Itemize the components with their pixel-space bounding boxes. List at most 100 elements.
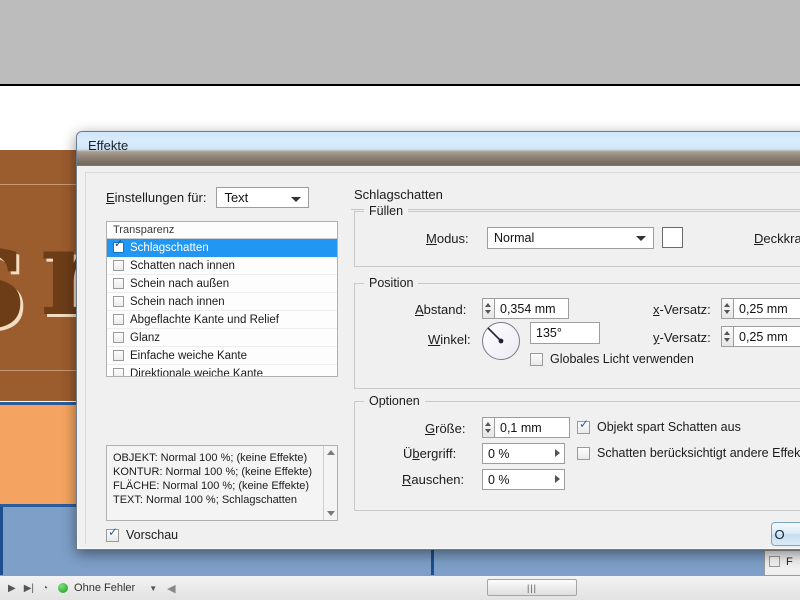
last-page-icon[interactable]: ▶| [24, 583, 34, 594]
panel-label: F [786, 556, 793, 568]
shadow-color-swatch[interactable] [662, 227, 683, 248]
summary-scrollbar[interactable] [323, 446, 337, 520]
stepper-up-icon[interactable] [485, 422, 491, 426]
effects-list-item-glanz[interactable]: Glanz [107, 329, 337, 347]
vorschau-row[interactable]: Vorschau [106, 526, 179, 542]
rauschen-value: 0 % [488, 472, 510, 487]
slider-popup-icon[interactable] [555, 475, 560, 483]
rauschen-input[interactable]: 0 % [482, 469, 565, 490]
checkbox-icon[interactable] [577, 418, 590, 434]
settings-for-value: Text [224, 190, 249, 205]
group-optionen: Optionen Größe: 0,1 mm Übergriff: 0 % Ra… [354, 394, 800, 511]
x-versatz-value: 0,25 mm [739, 301, 788, 316]
checkbox-icon[interactable] [106, 526, 119, 542]
y-versatz-value: 0,25 mm [739, 329, 788, 344]
dialog-titlebar[interactable]: Effekte [77, 132, 800, 166]
document-letter-art: s [0, 200, 32, 350]
y-versatz-input[interactable]: 0,25 mm [733, 326, 800, 347]
stepper-down-icon[interactable] [485, 310, 491, 314]
winkel-label: Winkel: [428, 332, 471, 347]
ok-button[interactable]: O [771, 522, 800, 546]
horizontal-scroll-grip[interactable]: ||| [487, 579, 577, 596]
document-divider-left [0, 507, 3, 577]
stepper-up-icon[interactable] [724, 331, 730, 335]
checkbox-icon[interactable] [113, 368, 124, 376]
collapse-icon[interactable]: ◀ [167, 582, 175, 595]
effects-list-item-label: Schein nach außen [130, 277, 230, 290]
y-versatz-label: y-Versatz: [653, 330, 711, 345]
deckkraft-label: Deckkraft: [754, 231, 800, 246]
rauschen-label: Rauschen: [402, 472, 465, 487]
effects-list-item-einfache-weiche-kante[interactable]: Einfache weiche Kante [107, 347, 337, 365]
abstand-stepper[interactable] [482, 298, 494, 319]
checkbox-icon[interactable] [530, 352, 543, 366]
effects-list-item-label: Schatten nach innen [130, 259, 235, 272]
checkbox-icon[interactable] [113, 296, 124, 307]
effects-list-item-label: Abgeflachte Kante und Relief [130, 313, 279, 326]
winkel-input[interactable]: 135° [530, 322, 600, 344]
stepper-up-icon[interactable] [724, 303, 730, 307]
abstand-value: 0,354 mm [500, 301, 556, 316]
effects-list-item-abgeflachte-kante[interactable]: Abgeflachte Kante und Relief [107, 311, 337, 329]
effects-list-item-schein-nach-aussen[interactable]: Schein nach außen [107, 275, 337, 293]
checkbox-icon[interactable] [113, 260, 124, 271]
checkbox-icon[interactable] [113, 278, 124, 289]
abstand-input[interactable]: 0,354 mm [494, 298, 569, 319]
scroll-down-icon[interactable] [327, 511, 335, 516]
panel-title-rule [351, 209, 800, 210]
checkbox-icon[interactable] [113, 314, 124, 325]
globales-licht-row[interactable]: Globales Licht verwenden [530, 352, 694, 366]
modus-label: Modus: [426, 231, 469, 246]
preflight-icon[interactable]: ◔ [42, 583, 48, 594]
stepper-up-icon[interactable] [485, 303, 491, 307]
x-versatz-stepper[interactable] [721, 298, 733, 319]
preflight-status-dot [58, 583, 69, 593]
screen: s r F ▶ ▶| ◔ Ohne Fehler ▼ ◀ ||| Effekte… [0, 0, 800, 600]
dialog-body: Einstellungen für: Text Transparenz Schl… [85, 172, 800, 546]
app-toolbar-area [0, 0, 800, 86]
next-page-icon[interactable]: ▶ [8, 583, 16, 594]
stepper-down-icon[interactable] [485, 429, 491, 433]
checkbox-icon[interactable] [113, 332, 124, 343]
panel-checkbox[interactable] [769, 556, 780, 567]
effects-list-item-schein-nach-innen[interactable]: Schein nach innen [107, 293, 337, 311]
ok-button-label: O [774, 526, 785, 542]
objekt-spart-schatten-row[interactable]: Objekt spart Schatten aus [577, 418, 741, 434]
checkbox-icon[interactable] [113, 239, 124, 253]
effects-list-header: Transparenz [107, 222, 337, 239]
schatten-beruecksichtigt-row[interactable]: Schatten berücksichtigt andere Effekte [577, 446, 800, 460]
panel-title: Schlagschatten [354, 187, 443, 202]
stepper-down-icon[interactable] [724, 338, 730, 342]
checkbox-icon[interactable] [577, 446, 590, 460]
effects-list-item-schlagschatten[interactable]: Schlagschatten [107, 239, 337, 257]
slider-popup-icon[interactable] [555, 449, 560, 457]
effects-list-item-direktionale-weiche-kante[interactable]: Direktionale weiche Kante [107, 365, 337, 376]
groesse-input[interactable]: 0,1 mm [494, 417, 570, 438]
groesse-value: 0,1 mm [500, 420, 542, 435]
group-position: Position Abstand: 0,354 mm Winkel: 135° … [354, 276, 800, 389]
scroll-up-icon[interactable] [327, 450, 335, 455]
stepper-down-icon[interactable] [724, 310, 730, 314]
group-optionen-label: Optionen [364, 394, 425, 408]
effects-list[interactable]: Transparenz Schlagschatten Schatten nach… [106, 221, 338, 377]
settings-for-select[interactable]: Text [216, 187, 310, 208]
winkel-dial[interactable] [482, 322, 520, 360]
modus-select[interactable]: Normal [487, 227, 654, 249]
x-versatz-label: x-Versatz: [653, 302, 711, 317]
effects-list-item-label: Schein nach innen [130, 295, 225, 308]
checkbox-icon[interactable] [113, 350, 124, 361]
group-position-label: Position [364, 276, 419, 290]
chevron-down-icon [636, 236, 646, 241]
chevron-down-icon[interactable]: ▼ [149, 584, 157, 593]
x-versatz-input[interactable]: 0,25 mm [733, 298, 800, 319]
vorschau-label: Vorschau [126, 528, 179, 542]
effects-list-item-label: Glanz [130, 331, 161, 344]
y-versatz-stepper[interactable] [721, 326, 733, 347]
groesse-stepper[interactable] [482, 417, 494, 438]
summary-line: TEXT: Normal 100 %; Schlagschatten [113, 494, 298, 506]
uebergriff-input[interactable]: 0 % [482, 443, 565, 464]
uebergriff-label: Übergriff: [403, 446, 457, 461]
abstand-label: Abstand: [415, 302, 467, 317]
effects-list-item-schatten-nach-innen[interactable]: Schatten nach innen [107, 257, 337, 275]
effects-list-item-label: Schlagschatten [130, 241, 209, 254]
